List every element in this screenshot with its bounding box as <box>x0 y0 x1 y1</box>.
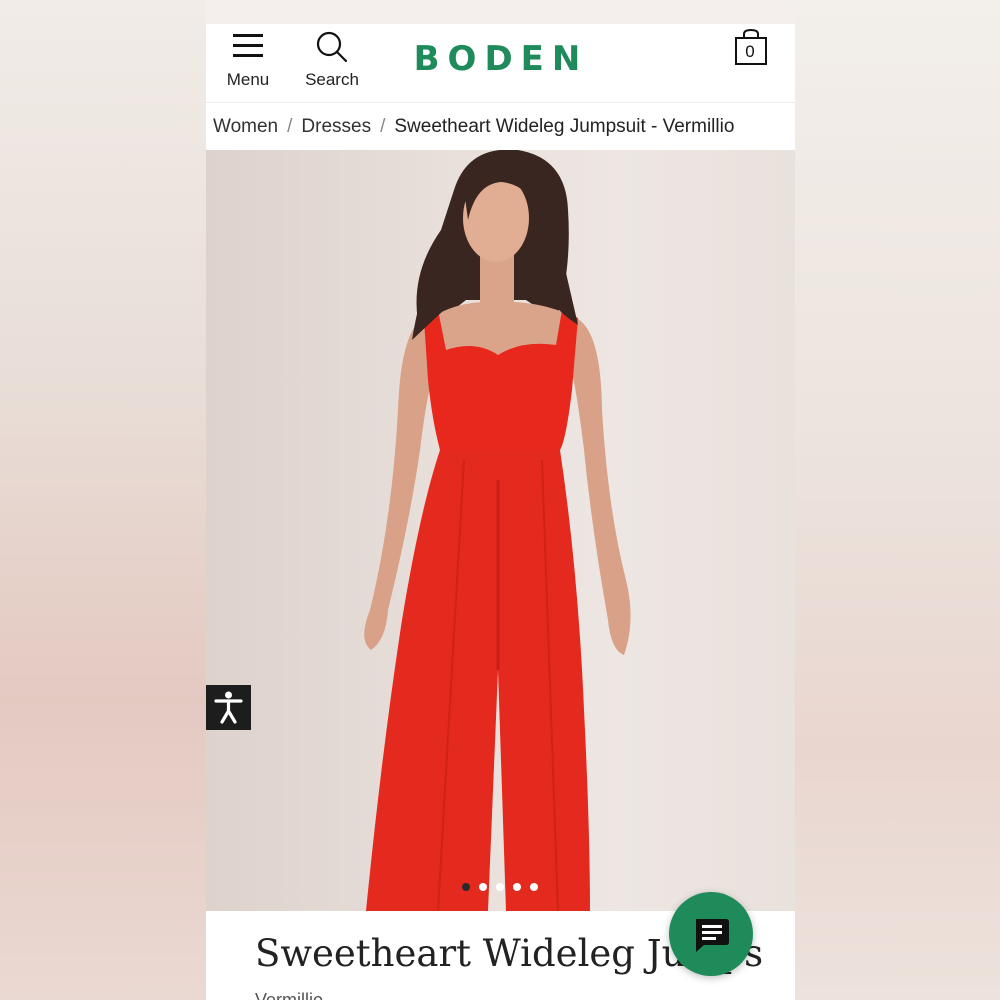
breadcrumb: Women / Dresses / Sweetheart Wideleg Jum… <box>206 102 795 150</box>
menu-button[interactable]: Menu <box>220 32 276 94</box>
carousel-dot[interactable] <box>462 883 470 891</box>
carousel-dot[interactable] <box>530 883 538 891</box>
carousel-dot[interactable] <box>513 883 521 891</box>
shopping-bag-button[interactable]: 0 <box>734 28 770 68</box>
search-label: Search <box>305 70 359 89</box>
image-carousel-dots <box>462 883 538 891</box>
accessibility-button[interactable] <box>206 685 251 730</box>
chat-button[interactable] <box>669 892 753 976</box>
phone-screen: Menu Search BODEN 0 Women / Dresses / Sw… <box>206 24 795 1000</box>
site-header: Menu Search BODEN 0 <box>206 24 795 102</box>
product-image[interactable] <box>206 150 795 911</box>
breadcrumb-separator: / <box>287 115 293 137</box>
search-icon <box>316 31 348 63</box>
breadcrumb-women[interactable]: Women <box>213 116 278 138</box>
chat-icon <box>696 919 729 952</box>
product-color: Vermillio <box>255 990 324 1000</box>
hamburger-icon <box>233 32 263 60</box>
menu-label: Menu <box>226 70 270 89</box>
breadcrumb-dresses[interactable]: Dresses <box>301 116 371 138</box>
carousel-dot[interactable] <box>479 883 487 891</box>
accessibility-icon <box>214 691 243 724</box>
search-button[interactable]: Search <box>298 30 366 94</box>
brand-logo[interactable]: BODEN <box>406 39 596 79</box>
model-illustration <box>364 150 631 911</box>
background-blur-right <box>795 0 1000 1000</box>
breadcrumb-separator: / <box>380 115 386 137</box>
background-blur-left <box>0 0 206 1000</box>
bag-count: 0 <box>745 42 755 61</box>
carousel-dot[interactable] <box>496 883 504 891</box>
breadcrumb-current: Sweetheart Wideleg Jumpsuit - Vermillio <box>394 115 735 137</box>
